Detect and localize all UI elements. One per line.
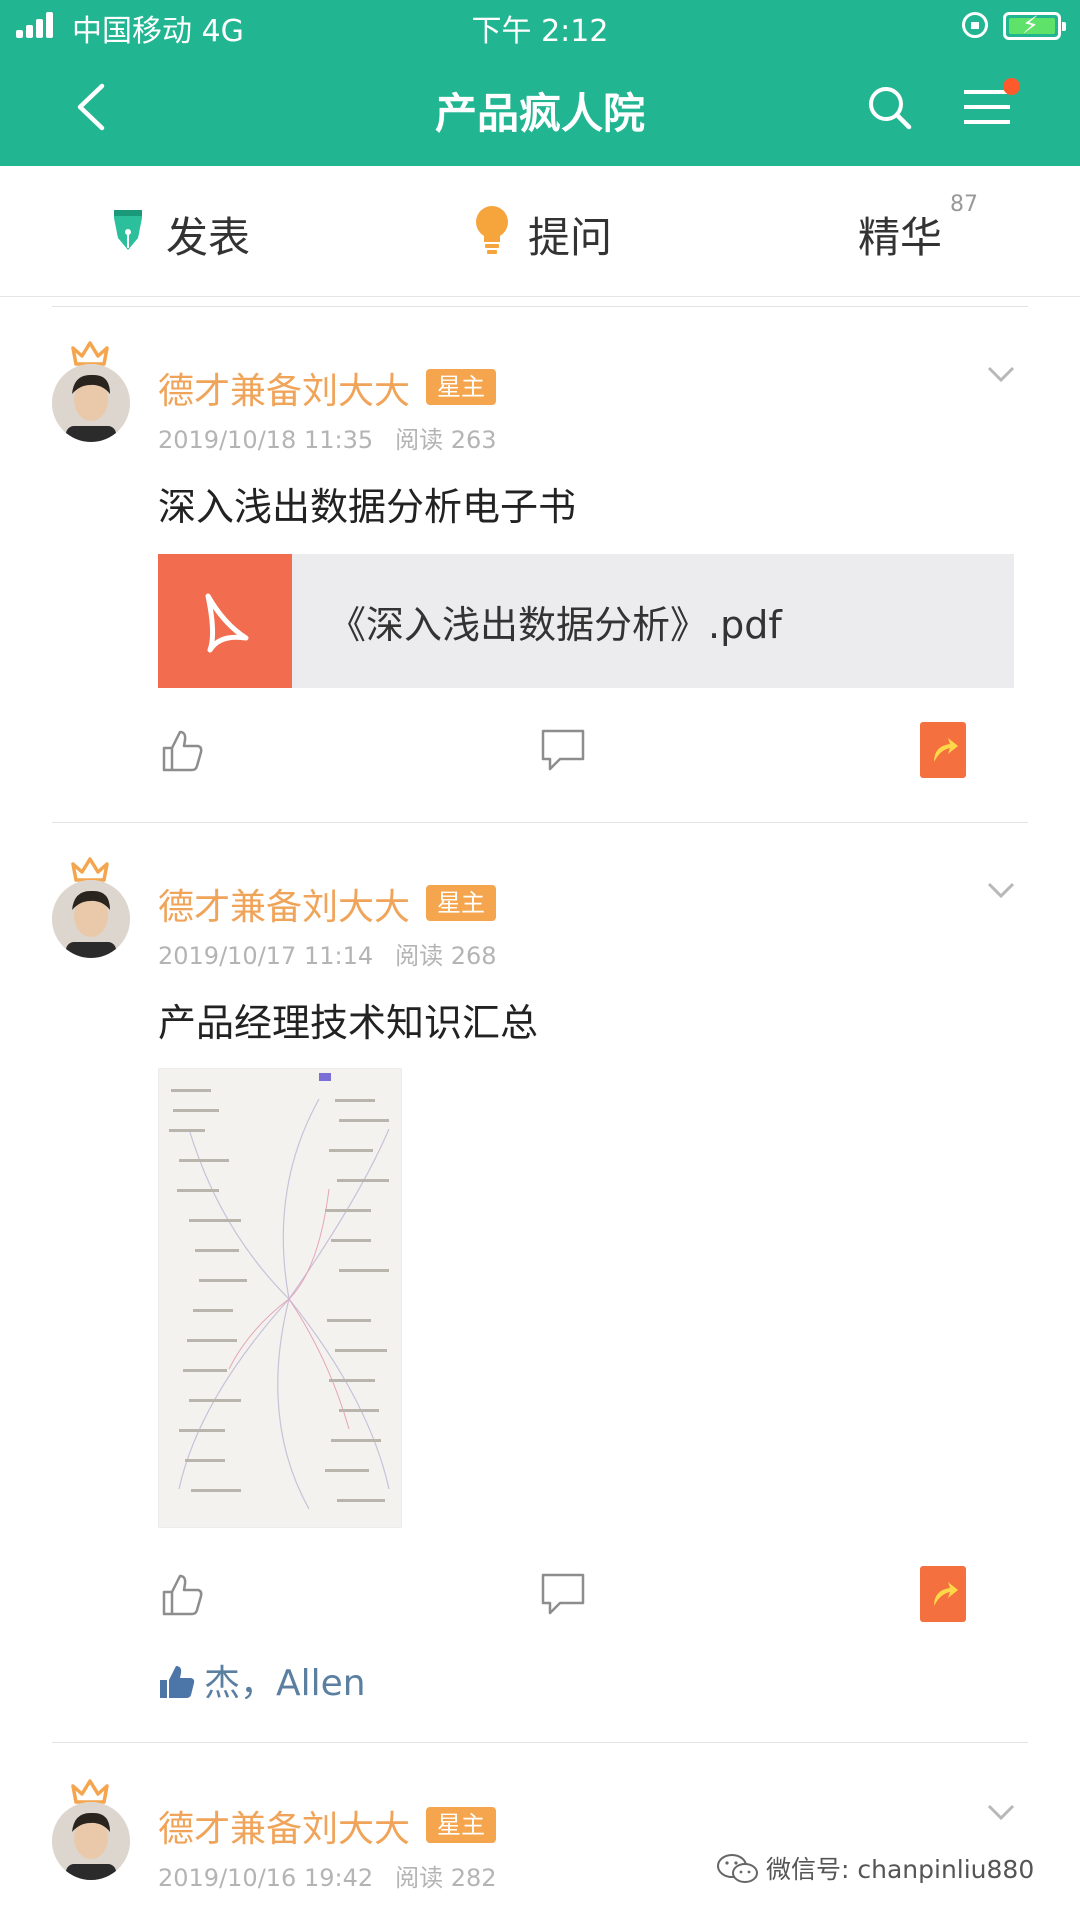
wechat-icon <box>717 1854 758 1883</box>
post-date: 2019/10/17 11:14 <box>158 942 374 970</box>
likers-list[interactable]: 杰，Allen <box>158 1654 366 1706</box>
watermark-text: 微信号: chanpinliu880 <box>766 1855 1035 1884</box>
file-name: 《深入浅出数据分析》.pdf <box>328 603 782 647</box>
comment-icon[interactable] <box>540 1572 586 1616</box>
post-date: 2019/10/16 19:42 <box>158 1864 374 1892</box>
post-actions <box>0 722 1080 782</box>
divider <box>52 822 1028 823</box>
chevron-down-icon[interactable] <box>986 1802 1016 1822</box>
author-name[interactable]: 德才兼备刘大大 <box>158 878 410 930</box>
post-title[interactable]: 产品经理技术知识汇总 <box>158 992 538 1047</box>
tab-ask-label: 提问 <box>528 213 613 262</box>
read-count: 阅读 268 <box>395 942 497 970</box>
divider <box>52 306 1028 307</box>
tab-bar: 发表 提问 精华 87 <box>0 166 1080 297</box>
mindmap-image[interactable] <box>158 1068 402 1528</box>
post-meta: 2019/10/17 11:14 阅读 268 <box>158 936 497 971</box>
search-icon[interactable] <box>866 84 912 130</box>
status-bar: 中国移动 4G 下午 2:12 ⚡ <box>0 0 1080 52</box>
status-time: 下午 2:12 <box>471 14 609 49</box>
like-icon[interactable] <box>160 1572 204 1616</box>
read-count: 阅读 263 <box>395 426 497 454</box>
wechat-watermark: 微信号: chanpinliu880 <box>716 1850 1034 1886</box>
featured-count: 87 <box>950 192 978 217</box>
tab-featured-label: 精华 <box>858 213 943 262</box>
owner-badge: 星主 <box>426 369 496 405</box>
likers-names: 杰，Allen <box>204 1663 366 1704</box>
pdf-file-icon <box>158 554 292 688</box>
file-attachment[interactable]: 《深入浅出数据分析》.pdf <box>158 554 1014 688</box>
avatar[interactable] <box>52 880 130 958</box>
lightbulb-icon <box>476 206 508 254</box>
notification-dot <box>1003 78 1020 95</box>
page-title: 产品疯人院 <box>434 89 645 138</box>
avatar[interactable] <box>52 364 130 442</box>
share-icon[interactable] <box>920 722 966 778</box>
post-actions <box>0 1566 1080 1626</box>
battery-icon: ⚡ <box>1003 11 1066 40</box>
post-date: 2019/10/18 11:35 <box>158 426 374 454</box>
share-icon[interactable] <box>920 1566 966 1622</box>
thumb-up-icon <box>160 1666 195 1698</box>
pen-icon <box>114 210 142 250</box>
comment-icon[interactable] <box>540 728 586 772</box>
chevron-down-icon[interactable] <box>986 880 1016 900</box>
post-title[interactable]: 深入浅出数据分析电子书 <box>158 476 576 531</box>
author-name[interactable]: 德才兼备刘大大 <box>158 1800 410 1852</box>
chevron-down-icon[interactable] <box>986 364 1016 384</box>
post-meta: 2019/10/18 11:35 阅读 263 <box>158 420 497 455</box>
owner-badge: 星主 <box>426 1807 496 1843</box>
rotation-lock-icon <box>962 12 988 38</box>
read-count: 阅读 282 <box>395 1864 497 1892</box>
owner-badge: 星主 <box>426 885 496 921</box>
top-bar: 中国移动 4G 下午 2:12 ⚡ 产品疯人院 <box>0 0 1080 166</box>
divider <box>52 1742 1028 1743</box>
avatar[interactable] <box>52 1802 130 1880</box>
post-meta: 2019/10/16 19:42 阅读 282 <box>158 1858 497 1893</box>
like-icon[interactable] <box>160 728 204 772</box>
author-name[interactable]: 德才兼备刘大大 <box>158 362 410 414</box>
tab-post-label: 发表 <box>166 213 251 262</box>
